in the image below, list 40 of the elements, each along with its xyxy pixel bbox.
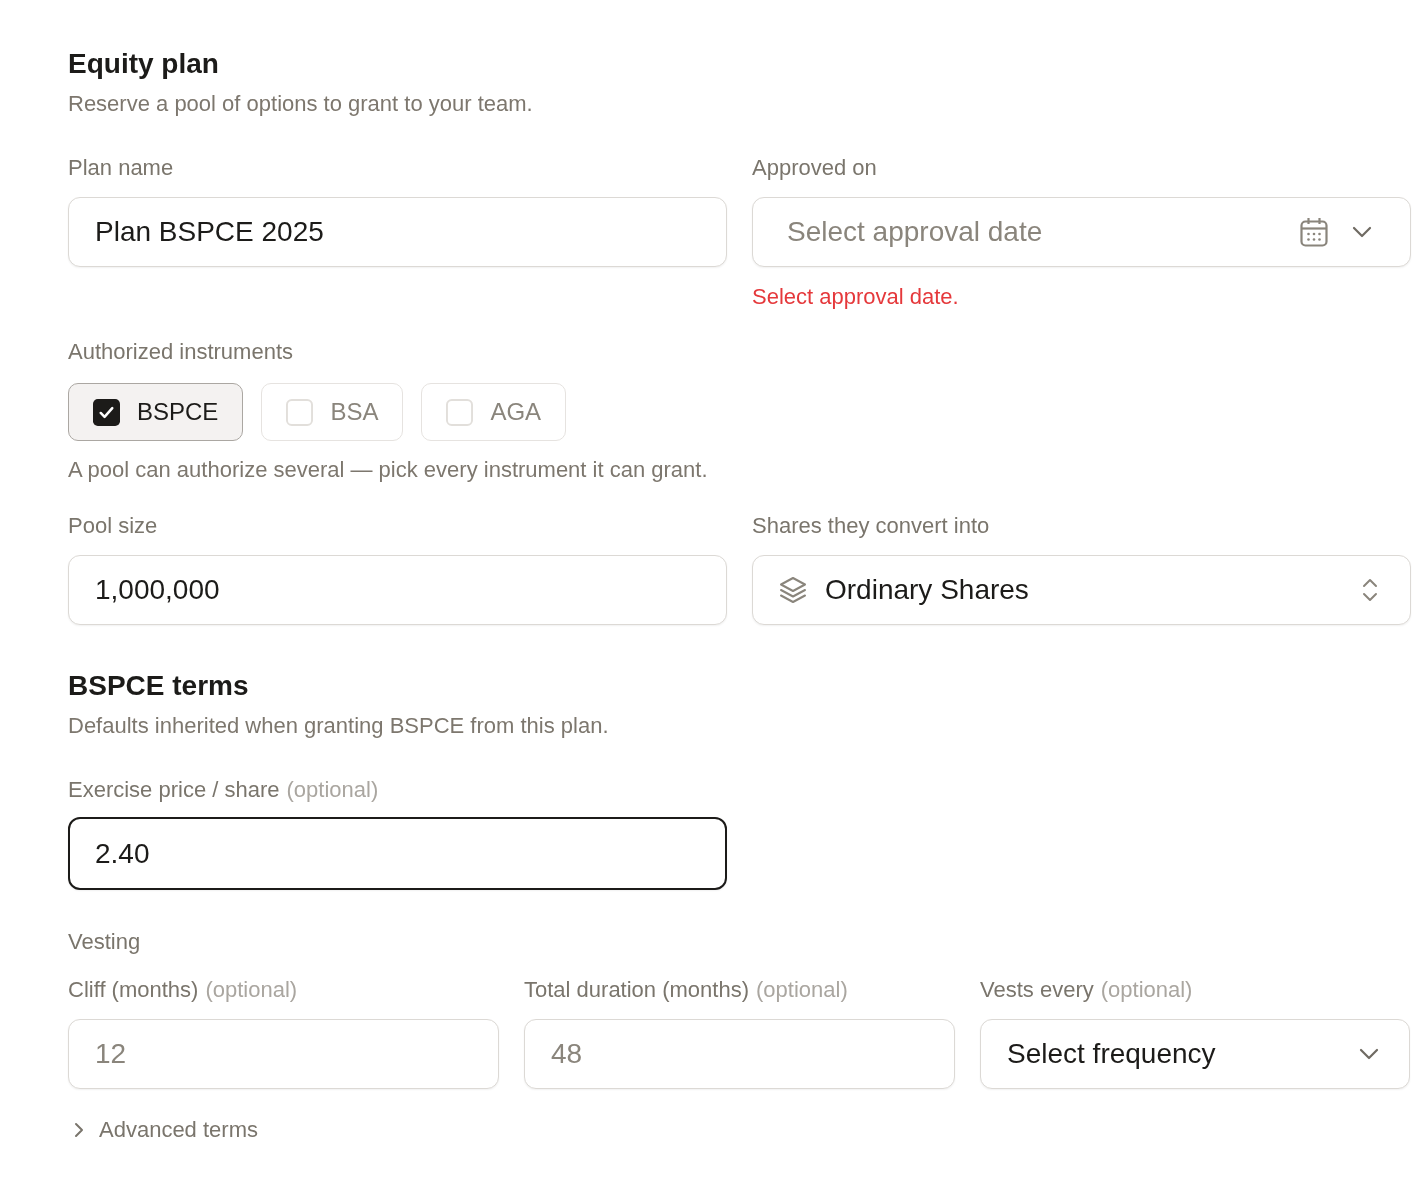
calendar-icon: [1300, 217, 1328, 247]
field-label: Plan name: [68, 154, 174, 182]
field-label: Authorized instruments: [68, 338, 293, 366]
text-field[interactable]: 1,000,000: [68, 555, 727, 625]
text-field[interactable]: Plan BSPCE 2025: [68, 197, 727, 267]
field-label: Shares they convert into: [752, 512, 990, 540]
section-title: BSPCE terms: [68, 669, 249, 703]
instrument-option[interactable]: AGA: [421, 383, 567, 441]
instrument-option[interactable]: BSPCE: [68, 383, 244, 441]
help-text: A pool can authorize several — pick every instrument it can grant.: [68, 456, 708, 484]
optional-hint: (optional): [286, 776, 379, 804]
chevron-up-down-icon: [1362, 578, 1378, 602]
chevron-down-icon: [1352, 226, 1372, 238]
text-field[interactable]: 48: [524, 1019, 955, 1089]
field-label: Vests every: [980, 976, 1094, 1004]
instrument-option[interactable]: BSA: [261, 383, 404, 441]
checkbox[interactable]: [446, 398, 474, 426]
field-label: Approved on: [752, 154, 877, 182]
optional-hint: (optional): [205, 976, 298, 1004]
error-message: Select approval date.: [752, 283, 959, 311]
group-label: Vesting: [68, 928, 141, 956]
optional-hint: (optional): [756, 976, 848, 1004]
section-title: Equity plan: [68, 47, 219, 81]
field-label: Pool size: [68, 512, 158, 540]
field-label: Total duration (months): [524, 976, 749, 1004]
field-label: Cliff (months): [68, 976, 199, 1004]
checkbox[interactable]: [93, 398, 120, 426]
field-label: Exercise price / share: [68, 776, 280, 804]
text-field[interactable]: 12: [68, 1019, 499, 1089]
layers-icon: [779, 576, 807, 604]
dropdown-field[interactable]: Select frequency: [980, 1019, 1410, 1089]
advanced-terms-toggle[interactable]: Advanced terms: [68, 1116, 258, 1144]
checkbox[interactable]: [286, 398, 314, 426]
date-picker[interactable]: Select approval date: [752, 197, 1411, 267]
text-field[interactable]: 2.40: [68, 817, 727, 890]
section-subtitle: Defaults inherited when granting BSPCE from this plan.: [68, 712, 609, 740]
section-subtitle: Reserve a pool of options to grant to your team.: [68, 90, 533, 118]
chevron-down-icon: [1359, 1048, 1379, 1060]
select-field[interactable]: Ordinary Shares: [752, 555, 1411, 625]
optional-hint: (optional): [1100, 976, 1193, 1004]
